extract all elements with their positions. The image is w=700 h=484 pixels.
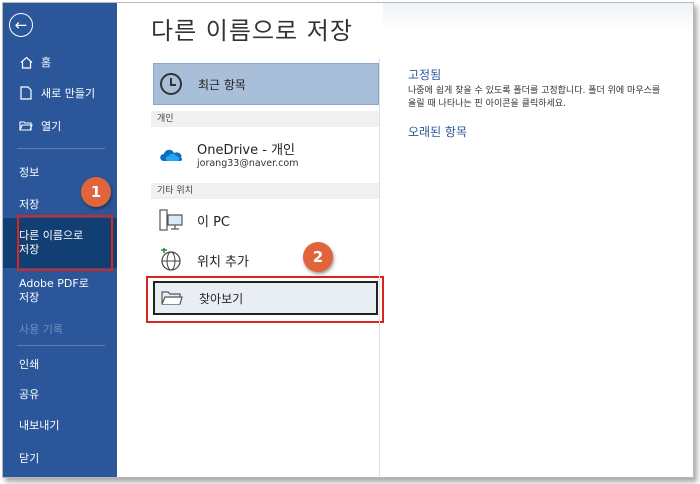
nav-label: 열기 [41,120,62,133]
nav-new[interactable]: 새로 만들기 [3,82,117,104]
nav-close[interactable]: 닫기 [3,447,117,469]
location-label: 이 PC [197,214,231,230]
nav-label: 홈 [41,56,52,69]
nav-history: 사용 기록 [3,318,117,340]
location-this-pc[interactable]: 이 PC [153,203,379,237]
nav-label: 닫기 [19,452,40,465]
onedrive-email: jorang33@naver.com [197,158,299,169]
nav-save-pdf[interactable]: Adobe PDF로 저장 [3,275,117,307]
header-background [383,3,693,33]
nav-label: 내보내기 [19,419,60,432]
step-badge-2: 2 [303,242,333,272]
section-header-other: 기타 위치 [151,183,379,199]
nav-label: 저장 [19,198,40,211]
nav-home[interactable]: 홈 [3,51,117,73]
location-label: OneDrive - 개인 [197,143,296,158]
nav-open[interactable]: 열기 [3,115,117,137]
location-add-place[interactable]: 위치 추가 [153,243,379,277]
globe-add-icon [157,248,185,272]
older-heading: 오래된 항목 [408,125,468,139]
nav-label: 공유 [19,388,40,401]
app-window: ← 홈 새로 만들기 열기 정보 저장 다른 이름으로 저장 Adobe PDF… [2,2,694,478]
nav-divider [17,148,105,149]
pinned-heading: 고정됨 [408,68,442,82]
section-header-personal: 개인 [151,111,379,127]
nav-print[interactable]: 인쇄 [3,353,117,375]
clock-icon [160,73,182,95]
nav-label: Adobe PDF로 [19,277,89,290]
nav-label: 새로 만들기 [41,87,96,100]
highlight-box-save-as [17,215,113,271]
location-label: 위치 추가 [197,254,249,270]
location-recent[interactable]: 최근 항목 [153,63,379,105]
nav-export[interactable]: 내보내기 [3,414,117,436]
highlight-box-browse [146,276,384,323]
new-document-icon [19,86,33,100]
page-title: 다른 이름으로 저장 [151,17,353,45]
column-divider [379,58,380,477]
home-icon [19,56,33,69]
nav-label: 정보 [19,166,40,179]
nav-share[interactable]: 공유 [3,383,117,405]
nav-label: 사용 기록 [19,323,63,336]
pinned-description: 나중에 쉽게 찾을 수 있도록 폴더를 고정합니다. 폴더 위에 마우스를 올릴… [408,86,661,109]
onedrive-cloud-icon [157,146,185,162]
location-onedrive[interactable]: OneDrive - 개인 jorang33@naver.com [153,133,379,175]
nav-label-line2: 저장 [19,291,40,304]
nav-divider [17,345,105,346]
location-label: 최근 항목 [198,77,246,92]
back-arrow-icon[interactable]: ← [9,13,33,37]
nav-label: 인쇄 [19,358,40,371]
open-folder-icon [19,120,33,132]
computer-icon [157,208,185,232]
step-badge-1: 1 [81,177,111,207]
